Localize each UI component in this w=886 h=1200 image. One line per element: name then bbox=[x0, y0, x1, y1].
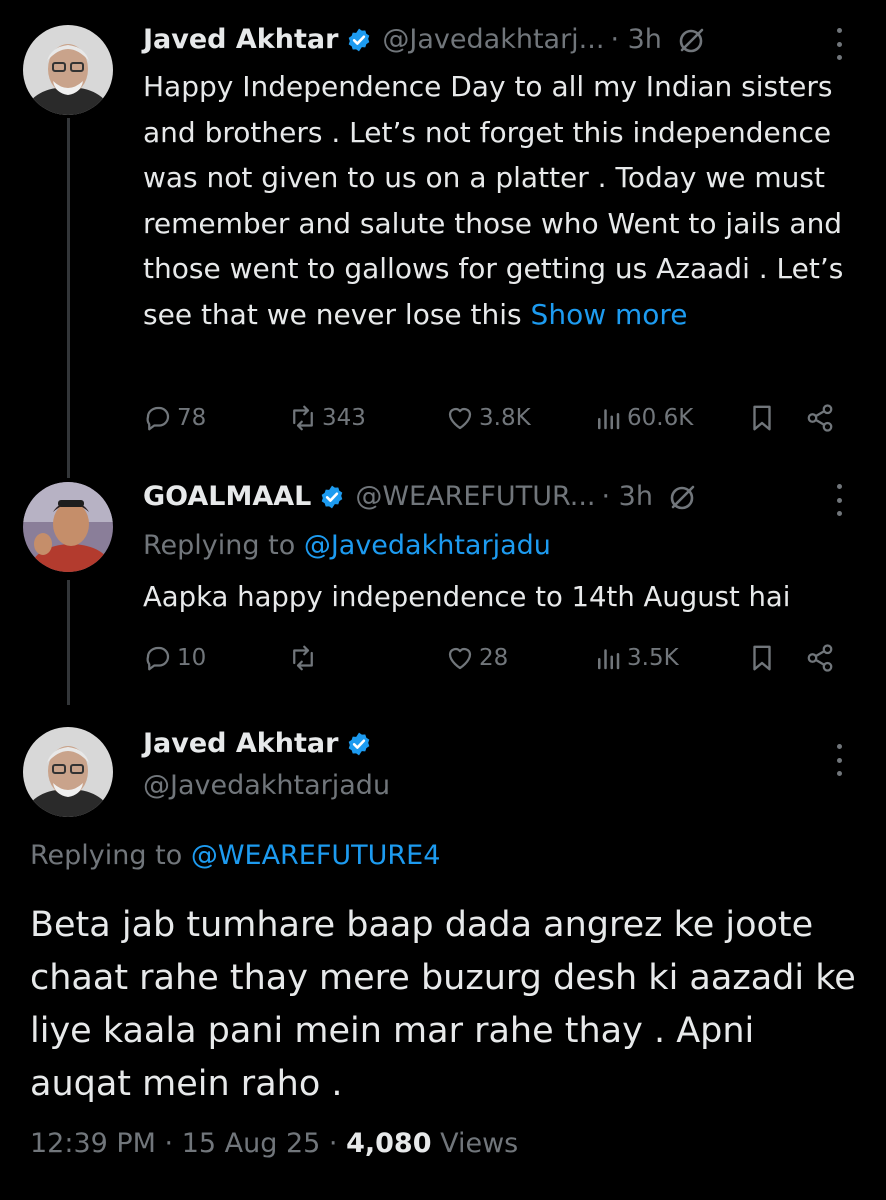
reply-icon bbox=[146, 646, 170, 671]
like-icon bbox=[448, 407, 472, 430]
verified-badge-icon bbox=[346, 27, 372, 53]
replying-to-prefix: Replying to bbox=[143, 530, 296, 561]
tweet-actions: 10 28 3.5K bbox=[143, 638, 843, 678]
author-name[interactable]: Javed Akhtar bbox=[143, 24, 338, 55]
share-icon bbox=[807, 404, 833, 432]
bookmark-icon bbox=[753, 405, 771, 431]
like-count: 28 bbox=[479, 645, 509, 671]
repost-icon bbox=[293, 645, 313, 671]
author-handle[interactable]: @Javedakhtarj... bbox=[382, 24, 604, 55]
replying-to-handle[interactable]: @WEAREFUTURE4 bbox=[191, 840, 441, 871]
views-button[interactable]: 3.5K bbox=[593, 638, 679, 678]
show-more-link[interactable]: Show more bbox=[531, 298, 688, 331]
bookmark-button[interactable] bbox=[747, 398, 777, 438]
tweet-time[interactable]: · 3h bbox=[602, 481, 653, 512]
share-icon bbox=[807, 644, 833, 672]
author-handle[interactable]: @Javedakhtarjadu bbox=[143, 770, 390, 801]
bookmark-button[interactable] bbox=[747, 638, 777, 678]
views-button[interactable]: 60.6K bbox=[593, 398, 693, 438]
replying-to-prefix: Replying to bbox=[30, 840, 183, 871]
reply-icon bbox=[146, 406, 170, 431]
author-name[interactable]: Javed Akhtar bbox=[143, 728, 338, 759]
repost-count: 343 bbox=[322, 405, 366, 431]
thread-line bbox=[67, 118, 70, 478]
like-icon bbox=[448, 647, 472, 670]
tweet-header: GOALMAAL @WEAREFUTUR... · 3h bbox=[143, 481, 697, 512]
like-count: 3.8K bbox=[479, 405, 531, 431]
author-handle[interactable]: @WEAREFUTUR... bbox=[355, 481, 595, 512]
main-handle-row: @Javedakhtarjadu bbox=[143, 770, 390, 801]
avatar-javed-akhtar[interactable] bbox=[23, 727, 113, 817]
replying-to-line: Replying to @WEAREFUTURE4 bbox=[30, 840, 440, 871]
grok-icon[interactable] bbox=[669, 483, 697, 511]
share-button[interactable] bbox=[805, 638, 835, 678]
views-icon bbox=[598, 649, 620, 670]
tweet-header: Javed Akhtar @Javedakhtarj... · 3h bbox=[143, 24, 706, 55]
like-button[interactable]: 28 bbox=[445, 638, 508, 678]
main-tweet-text: Beta jab tumhare baap dada angrez ke joo… bbox=[30, 905, 856, 1104]
verified-badge-icon bbox=[319, 484, 345, 510]
bookmark-icon bbox=[753, 645, 771, 671]
more-icon[interactable] bbox=[834, 744, 844, 776]
thread-line bbox=[67, 580, 70, 705]
reply-count: 10 bbox=[177, 645, 207, 671]
views-count: 60.6K bbox=[627, 405, 694, 431]
avatar-goalmaal[interactable] bbox=[23, 482, 113, 572]
main-tweet-header: Javed Akhtar bbox=[143, 728, 372, 759]
view-count: 4,080 bbox=[346, 1128, 432, 1159]
verified-badge-icon bbox=[346, 731, 372, 757]
avatar-javed-akhtar[interactable] bbox=[23, 25, 113, 115]
more-icon[interactable] bbox=[834, 28, 844, 60]
repost-button[interactable] bbox=[288, 638, 318, 678]
replying-to-line: Replying to @Javedakhtarjadu bbox=[143, 523, 853, 569]
grok-icon[interactable] bbox=[678, 26, 706, 54]
views-count: 3.5K bbox=[627, 645, 679, 671]
reply-count: 78 bbox=[177, 405, 207, 431]
replying-to-handle[interactable]: @Javedakhtarjadu bbox=[304, 530, 551, 561]
repost-button[interactable]: 343 bbox=[288, 398, 366, 438]
tweet-time[interactable]: · 3h bbox=[610, 24, 661, 55]
tweet-meta: 12:39 PM · 15 Aug 25 · 4,080 Views bbox=[30, 1128, 518, 1159]
reply-button[interactable]: 10 bbox=[143, 638, 206, 678]
tweet-text: Happy Independence Day to all my Indian … bbox=[143, 64, 853, 337]
views-icon bbox=[598, 409, 620, 430]
tweet-timestamp[interactable]: 12:39 PM · 15 Aug 25 · bbox=[30, 1128, 337, 1159]
tweet-text-content: Happy Independence Day to all my Indian … bbox=[143, 70, 844, 331]
reply-button[interactable]: 78 bbox=[143, 398, 206, 438]
views-label: Views bbox=[440, 1128, 519, 1159]
tweet-actions: 78 343 3.8K 60.6K bbox=[143, 398, 843, 438]
share-button[interactable] bbox=[805, 398, 835, 438]
repost-icon bbox=[293, 405, 313, 431]
more-icon[interactable] bbox=[834, 484, 844, 516]
author-name[interactable]: GOALMAAL bbox=[143, 481, 311, 512]
like-button[interactable]: 3.8K bbox=[445, 398, 531, 438]
tweet-text: Aapka happy independence to 14th August … bbox=[143, 581, 791, 613]
